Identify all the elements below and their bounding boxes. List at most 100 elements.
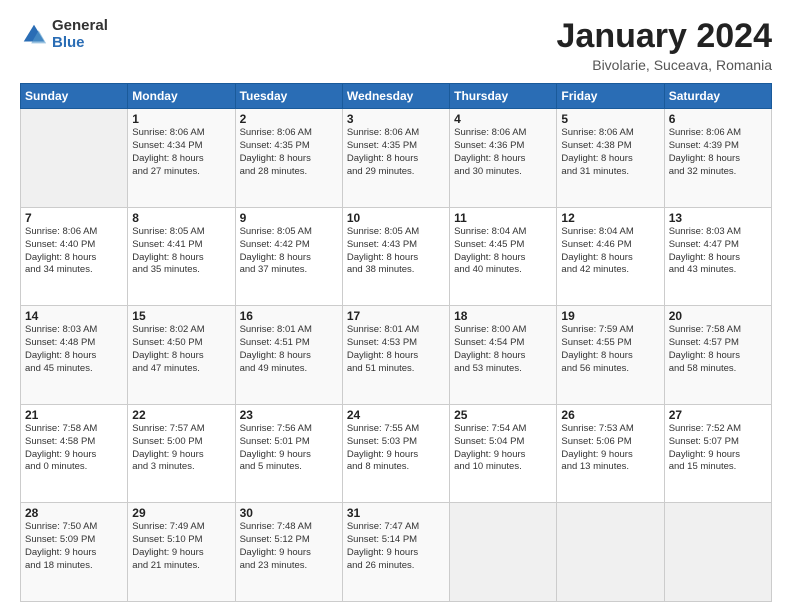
cell-text: Sunrise: 7:57 AM Sunset: 5:00 PM Dayligh… (132, 423, 230, 474)
calendar-cell: 25Sunrise: 7:54 AM Sunset: 5:04 PM Dayli… (450, 404, 557, 503)
weekday-header: Tuesday (235, 84, 342, 109)
weekday-header: Sunday (21, 84, 128, 109)
cell-text: Sunrise: 7:49 AM Sunset: 5:10 PM Dayligh… (132, 521, 230, 572)
cell-text: Sunrise: 7:53 AM Sunset: 5:06 PM Dayligh… (561, 423, 659, 474)
subtitle: Bivolarie, Suceava, Romania (557, 57, 773, 73)
calendar-cell: 23Sunrise: 7:56 AM Sunset: 5:01 PM Dayli… (235, 404, 342, 503)
day-number: 22 (132, 408, 230, 422)
weekday-row: SundayMondayTuesdayWednesdayThursdayFrid… (21, 84, 772, 109)
cell-text: Sunrise: 8:01 AM Sunset: 4:51 PM Dayligh… (240, 324, 338, 375)
day-number: 19 (561, 309, 659, 323)
day-number: 13 (669, 211, 767, 225)
calendar-cell: 15Sunrise: 8:02 AM Sunset: 4:50 PM Dayli… (128, 306, 235, 405)
cell-text: Sunrise: 8:06 AM Sunset: 4:40 PM Dayligh… (25, 226, 123, 277)
calendar-cell: 8Sunrise: 8:05 AM Sunset: 4:41 PM Daylig… (128, 207, 235, 306)
calendar-header: SundayMondayTuesdayWednesdayThursdayFrid… (21, 84, 772, 109)
title-block: January 2024 Bivolarie, Suceava, Romania (557, 18, 773, 73)
cell-text: Sunrise: 8:06 AM Sunset: 4:34 PM Dayligh… (132, 127, 230, 178)
day-number: 15 (132, 309, 230, 323)
day-number: 8 (132, 211, 230, 225)
day-number: 30 (240, 506, 338, 520)
cell-text: Sunrise: 7:56 AM Sunset: 5:01 PM Dayligh… (240, 423, 338, 474)
logo: General Blue (20, 18, 108, 51)
weekday-header: Saturday (664, 84, 771, 109)
cell-text: Sunrise: 8:06 AM Sunset: 4:38 PM Dayligh… (561, 127, 659, 178)
calendar-cell: 30Sunrise: 7:48 AM Sunset: 5:12 PM Dayli… (235, 503, 342, 602)
day-number: 11 (454, 211, 552, 225)
logo-text: General Blue (52, 18, 108, 51)
cell-text: Sunrise: 8:04 AM Sunset: 4:45 PM Dayligh… (454, 226, 552, 277)
day-number: 16 (240, 309, 338, 323)
calendar-body: 1Sunrise: 8:06 AM Sunset: 4:34 PM Daylig… (21, 109, 772, 602)
day-number: 9 (240, 211, 338, 225)
calendar-week-row: 21Sunrise: 7:58 AM Sunset: 4:58 PM Dayli… (21, 404, 772, 503)
calendar-cell: 31Sunrise: 7:47 AM Sunset: 5:14 PM Dayli… (342, 503, 449, 602)
calendar-cell: 24Sunrise: 7:55 AM Sunset: 5:03 PM Dayli… (342, 404, 449, 503)
cell-text: Sunrise: 7:58 AM Sunset: 4:57 PM Dayligh… (669, 324, 767, 375)
calendar-cell: 26Sunrise: 7:53 AM Sunset: 5:06 PM Dayli… (557, 404, 664, 503)
calendar-cell: 9Sunrise: 8:05 AM Sunset: 4:42 PM Daylig… (235, 207, 342, 306)
calendar-cell: 29Sunrise: 7:49 AM Sunset: 5:10 PM Dayli… (128, 503, 235, 602)
calendar-cell: 12Sunrise: 8:04 AM Sunset: 4:46 PM Dayli… (557, 207, 664, 306)
day-number: 25 (454, 408, 552, 422)
calendar-cell: 16Sunrise: 8:01 AM Sunset: 4:51 PM Dayli… (235, 306, 342, 405)
cell-text: Sunrise: 8:00 AM Sunset: 4:54 PM Dayligh… (454, 324, 552, 375)
day-number: 7 (25, 211, 123, 225)
day-number: 20 (669, 309, 767, 323)
calendar-cell: 11Sunrise: 8:04 AM Sunset: 4:45 PM Dayli… (450, 207, 557, 306)
calendar-cell: 5Sunrise: 8:06 AM Sunset: 4:38 PM Daylig… (557, 109, 664, 208)
cell-text: Sunrise: 8:04 AM Sunset: 4:46 PM Dayligh… (561, 226, 659, 277)
cell-text: Sunrise: 8:03 AM Sunset: 4:48 PM Dayligh… (25, 324, 123, 375)
day-number: 26 (561, 408, 659, 422)
calendar-cell: 18Sunrise: 8:00 AM Sunset: 4:54 PM Dayli… (450, 306, 557, 405)
day-number: 29 (132, 506, 230, 520)
calendar-cell: 13Sunrise: 8:03 AM Sunset: 4:47 PM Dayli… (664, 207, 771, 306)
day-number: 23 (240, 408, 338, 422)
day-number: 4 (454, 112, 552, 126)
cell-text: Sunrise: 7:59 AM Sunset: 4:55 PM Dayligh… (561, 324, 659, 375)
weekday-header: Monday (128, 84, 235, 109)
day-number: 12 (561, 211, 659, 225)
day-number: 28 (25, 506, 123, 520)
day-number: 3 (347, 112, 445, 126)
cell-text: Sunrise: 8:01 AM Sunset: 4:53 PM Dayligh… (347, 324, 445, 375)
day-number: 24 (347, 408, 445, 422)
calendar-week-row: 7Sunrise: 8:06 AM Sunset: 4:40 PM Daylig… (21, 207, 772, 306)
cell-text: Sunrise: 7:54 AM Sunset: 5:04 PM Dayligh… (454, 423, 552, 474)
calendar-cell (557, 503, 664, 602)
cell-text: Sunrise: 8:02 AM Sunset: 4:50 PM Dayligh… (132, 324, 230, 375)
calendar-cell: 1Sunrise: 8:06 AM Sunset: 4:34 PM Daylig… (128, 109, 235, 208)
day-number: 6 (669, 112, 767, 126)
calendar-cell: 22Sunrise: 7:57 AM Sunset: 5:00 PM Dayli… (128, 404, 235, 503)
calendar-cell: 4Sunrise: 8:06 AM Sunset: 4:36 PM Daylig… (450, 109, 557, 208)
calendar-cell: 7Sunrise: 8:06 AM Sunset: 4:40 PM Daylig… (21, 207, 128, 306)
logo-general: General (52, 18, 108, 35)
weekday-header: Wednesday (342, 84, 449, 109)
calendar-cell: 14Sunrise: 8:03 AM Sunset: 4:48 PM Dayli… (21, 306, 128, 405)
calendar-week-row: 1Sunrise: 8:06 AM Sunset: 4:34 PM Daylig… (21, 109, 772, 208)
day-number: 18 (454, 309, 552, 323)
calendar-cell: 10Sunrise: 8:05 AM Sunset: 4:43 PM Dayli… (342, 207, 449, 306)
cell-text: Sunrise: 8:05 AM Sunset: 4:43 PM Dayligh… (347, 226, 445, 277)
logo-blue: Blue (52, 35, 108, 52)
calendar-cell: 3Sunrise: 8:06 AM Sunset: 4:35 PM Daylig… (342, 109, 449, 208)
cell-text: Sunrise: 8:06 AM Sunset: 4:36 PM Dayligh… (454, 127, 552, 178)
logo-icon (20, 21, 48, 49)
weekday-header: Friday (557, 84, 664, 109)
cell-text: Sunrise: 8:06 AM Sunset: 4:35 PM Dayligh… (240, 127, 338, 178)
cell-text: Sunrise: 8:03 AM Sunset: 4:47 PM Dayligh… (669, 226, 767, 277)
cell-text: Sunrise: 8:05 AM Sunset: 4:41 PM Dayligh… (132, 226, 230, 277)
cell-text: Sunrise: 8:05 AM Sunset: 4:42 PM Dayligh… (240, 226, 338, 277)
calendar-cell: 20Sunrise: 7:58 AM Sunset: 4:57 PM Dayli… (664, 306, 771, 405)
calendar-cell: 17Sunrise: 8:01 AM Sunset: 4:53 PM Dayli… (342, 306, 449, 405)
cell-text: Sunrise: 8:06 AM Sunset: 4:39 PM Dayligh… (669, 127, 767, 178)
calendar-cell (21, 109, 128, 208)
cell-text: Sunrise: 7:55 AM Sunset: 5:03 PM Dayligh… (347, 423, 445, 474)
cell-text: Sunrise: 7:58 AM Sunset: 4:58 PM Dayligh… (25, 423, 123, 474)
calendar-week-row: 28Sunrise: 7:50 AM Sunset: 5:09 PM Dayli… (21, 503, 772, 602)
calendar: SundayMondayTuesdayWednesdayThursdayFrid… (20, 83, 772, 602)
day-number: 1 (132, 112, 230, 126)
calendar-cell: 19Sunrise: 7:59 AM Sunset: 4:55 PM Dayli… (557, 306, 664, 405)
page: General Blue January 2024 Bivolarie, Suc… (0, 0, 792, 612)
calendar-cell: 21Sunrise: 7:58 AM Sunset: 4:58 PM Dayli… (21, 404, 128, 503)
